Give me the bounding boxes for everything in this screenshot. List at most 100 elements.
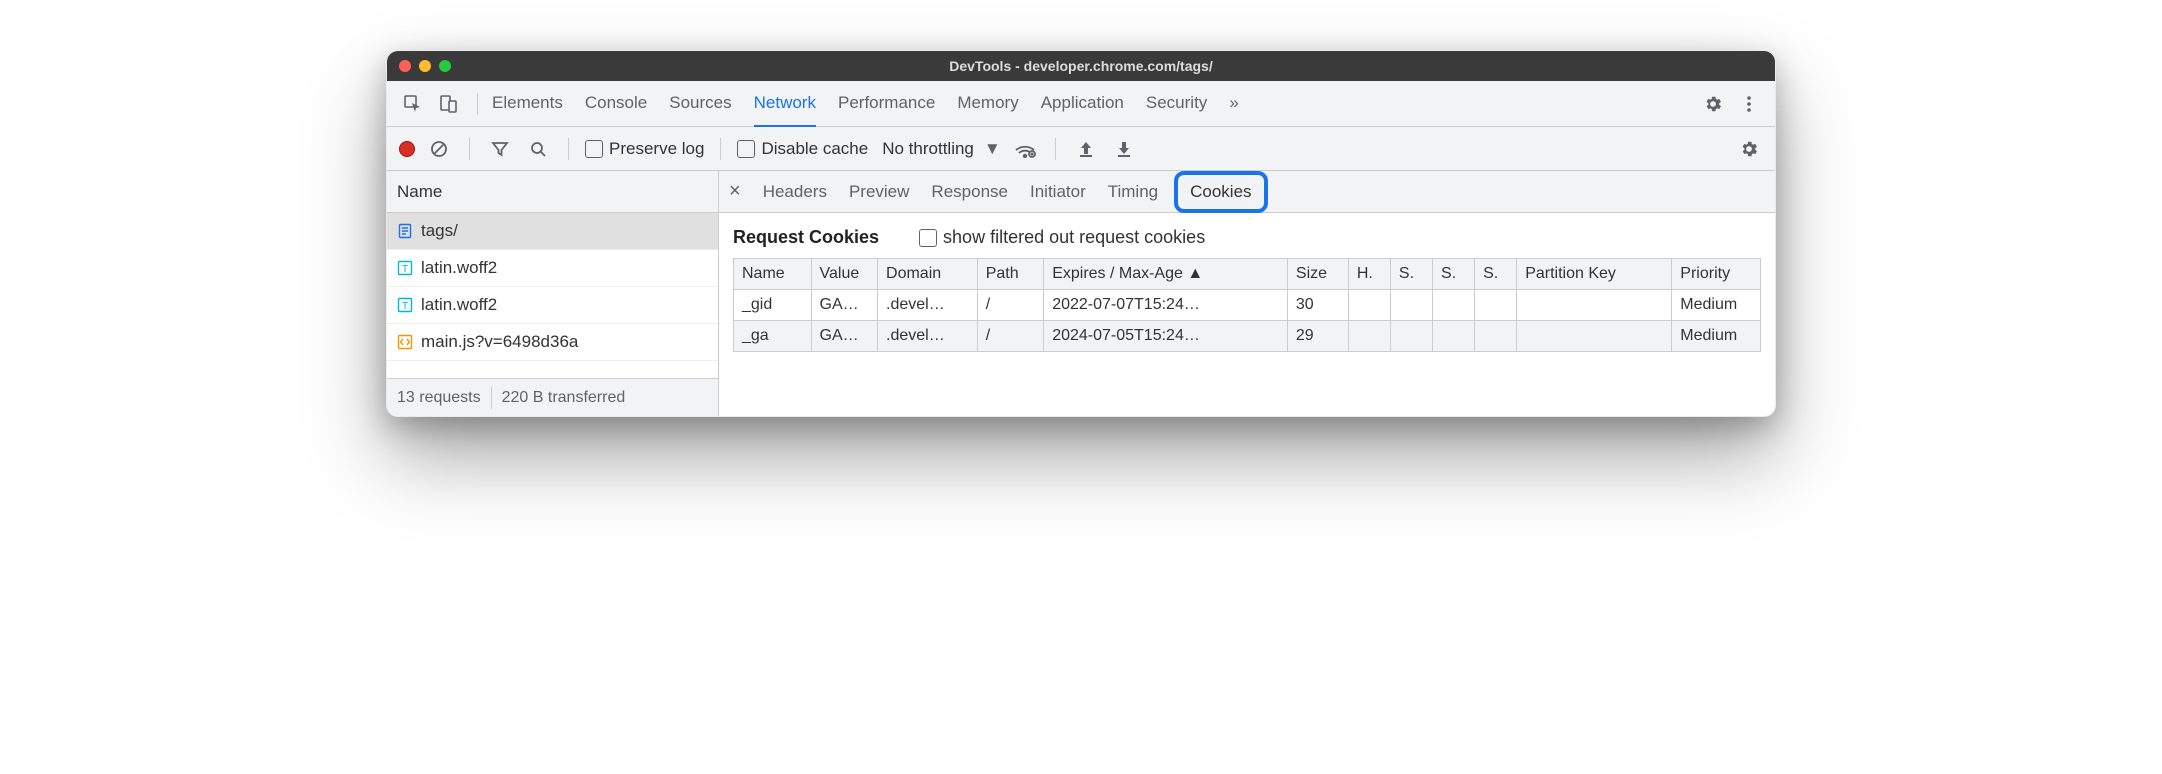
col-domain[interactable]: Domain <box>878 259 978 290</box>
download-har-icon[interactable] <box>1110 135 1138 163</box>
tab-memory[interactable]: Memory <box>957 81 1018 127</box>
cookie-path: / <box>977 321 1043 352</box>
request-name: main.js?v=6498d36a <box>421 332 578 352</box>
close-window-button[interactable] <box>399 60 411 72</box>
more-tabs-icon[interactable]: » <box>1229 81 1238 127</box>
svg-text:T: T <box>402 264 408 275</box>
search-icon[interactable] <box>524 135 552 163</box>
separator <box>469 138 470 160</box>
tab-network[interactable]: Network <box>754 81 816 127</box>
transferred-size: 220 B transferred <box>492 389 636 407</box>
zoom-window-button[interactable] <box>439 60 451 72</box>
device-toolbar-icon[interactable] <box>435 90 463 118</box>
request-detail-panel: × Headers Preview Response Initiator Tim… <box>719 171 1775 416</box>
cookie-priority: Medium <box>1672 290 1761 321</box>
cookie-value: GA… <box>811 290 877 321</box>
svg-text:T: T <box>402 301 408 312</box>
cookie-row[interactable]: _ga GA… .devel… / 2024-07-05T15:24… 29 M… <box>734 321 1761 352</box>
cookie-size: 29 <box>1287 321 1348 352</box>
request-name: latin.woff2 <box>421 258 497 278</box>
requests-footer: 13 requests 220 B transferred <box>387 378 718 416</box>
cookie-expires: 2024-07-05T15:24… <box>1044 321 1288 352</box>
separator <box>568 138 569 160</box>
col-partkey[interactable]: Partition Key <box>1517 259 1672 290</box>
cookie-size: 30 <box>1287 290 1348 321</box>
clear-icon[interactable] <box>425 135 453 163</box>
requests-header-name[interactable]: Name <box>387 171 718 213</box>
cookie-expires: 2022-07-07T15:24… <box>1044 290 1288 321</box>
requests-list: tags/ T latin.woff2 T latin.woff2 main.j… <box>387 213 718 378</box>
settings-gear-icon[interactable] <box>1699 90 1727 118</box>
request-row[interactable]: tags/ <box>387 213 718 250</box>
col-httponly[interactable]: H. <box>1348 259 1390 290</box>
window-title: DevTools - developer.chrome.com/tags/ <box>399 58 1763 74</box>
cookie-name: _gid <box>734 290 812 321</box>
col-value[interactable]: Value <box>811 259 877 290</box>
tab-sources[interactable]: Sources <box>669 81 731 127</box>
chevron-down-icon: ▼ <box>984 139 1001 159</box>
disable-cache-label: Disable cache <box>761 139 868 158</box>
col-name[interactable]: Name <box>734 259 812 290</box>
separator <box>477 93 478 115</box>
tab-console[interactable]: Console <box>585 81 647 127</box>
preserve-log-label: Preserve log <box>609 139 704 158</box>
upload-har-icon[interactable] <box>1072 135 1100 163</box>
detail-tab-headers[interactable]: Headers <box>763 171 827 213</box>
devtools-window: DevTools - developer.chrome.com/tags/ El… <box>386 50 1776 417</box>
detail-tab-timing[interactable]: Timing <box>1108 171 1158 213</box>
separator <box>1055 138 1056 160</box>
cookies-table: Name Value Domain Path Expires / Max-Age… <box>733 258 1761 352</box>
detail-tab-cookies[interactable]: Cookies <box>1174 171 1267 213</box>
requests-panel: Name tags/ T latin.woff2 T latin.woff2 m… <box>387 171 719 416</box>
disable-cache-checkbox[interactable]: Disable cache <box>737 139 868 159</box>
col-expires[interactable]: Expires / Max-Age ▲ <box>1044 259 1288 290</box>
cookie-domain: .devel… <box>878 321 978 352</box>
col-secure[interactable]: S. <box>1390 259 1432 290</box>
col-samesite[interactable]: S. <box>1433 259 1475 290</box>
col-priority[interactable]: Priority <box>1672 259 1761 290</box>
col-path[interactable]: Path <box>977 259 1043 290</box>
tab-performance[interactable]: Performance <box>838 81 935 127</box>
throttling-select[interactable]: No throttling ▼ <box>882 139 1001 159</box>
request-name: latin.woff2 <box>421 295 497 315</box>
detail-tab-cookies-label: Cookies <box>1190 182 1251 202</box>
tab-application[interactable]: Application <box>1041 81 1124 127</box>
cookie-path: / <box>977 290 1043 321</box>
separator <box>720 138 721 160</box>
cookie-name: _ga <box>734 321 812 352</box>
cookies-header-row[interactable]: Name Value Domain Path Expires / Max-Age… <box>734 259 1761 290</box>
detail-tab-initiator[interactable]: Initiator <box>1030 171 1086 213</box>
kebab-menu-icon[interactable] <box>1735 90 1763 118</box>
throttling-value: No throttling <box>882 139 974 159</box>
col-sameparty[interactable]: S. <box>1475 259 1517 290</box>
detail-tab-response[interactable]: Response <box>931 171 1008 213</box>
detail-tab-preview[interactable]: Preview <box>849 171 909 213</box>
detail-tabs: × Headers Preview Response Initiator Tim… <box>719 171 1775 213</box>
tab-security[interactable]: Security <box>1146 81 1207 127</box>
cookie-row[interactable]: _gid GA… .devel… / 2022-07-07T15:24… 30 … <box>734 290 1761 321</box>
network-conditions-icon[interactable] <box>1011 135 1039 163</box>
record-button[interactable] <box>399 141 415 157</box>
show-filtered-checkbox[interactable]: show filtered out request cookies <box>919 227 1205 248</box>
script-icon <box>397 334 413 350</box>
font-icon: T <box>397 297 413 313</box>
cookies-section-title: Request Cookies <box>733 227 879 248</box>
tab-elements[interactable]: Elements <box>492 81 563 127</box>
show-filtered-label: show filtered out request cookies <box>943 227 1205 247</box>
network-body: Name tags/ T latin.woff2 T latin.woff2 m… <box>387 171 1775 416</box>
cookie-value: GA… <box>811 321 877 352</box>
minimize-window-button[interactable] <box>419 60 431 72</box>
request-row[interactable]: T latin.woff2 <box>387 287 718 324</box>
inspect-element-icon[interactable] <box>399 90 427 118</box>
request-row[interactable]: main.js?v=6498d36a <box>387 324 718 361</box>
preserve-log-checkbox[interactable]: Preserve log <box>585 139 704 159</box>
request-row[interactable]: T latin.woff2 <box>387 250 718 287</box>
cookie-domain: .devel… <box>878 290 978 321</box>
col-size[interactable]: Size <box>1287 259 1348 290</box>
traffic-lights <box>399 60 451 72</box>
close-detail-icon[interactable]: × <box>729 180 741 203</box>
panel-tabs: Elements Console Sources Network Perform… <box>492 81 1691 127</box>
filter-icon[interactable] <box>486 135 514 163</box>
network-settings-gear-icon[interactable] <box>1735 135 1763 163</box>
network-toolbar: Preserve log Disable cache No throttling… <box>387 127 1775 171</box>
